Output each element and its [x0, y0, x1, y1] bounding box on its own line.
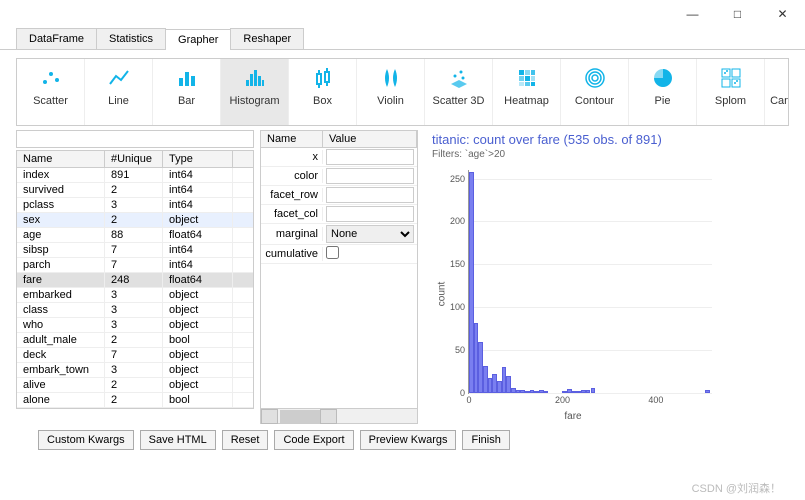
- table-row[interactable]: adult_male2bool: [17, 333, 253, 348]
- watermark: CSDN @刘润森！: [692, 480, 781, 496]
- params-panel: Name Value xcolorfacet_rowfacet_colmargi…: [260, 130, 418, 424]
- tool-splom[interactable]: Splom: [697, 59, 765, 125]
- maximize-button[interactable]: □: [715, 0, 760, 28]
- param-header-name: Name: [261, 131, 323, 147]
- minimize-button[interactable]: —: [670, 0, 715, 28]
- param-marginal-select[interactable]: None: [326, 225, 414, 243]
- table-row[interactable]: fare248float64: [17, 273, 253, 288]
- y-tick: 100: [450, 302, 469, 312]
- tool-contour[interactable]: Contour: [561, 59, 629, 125]
- close-button[interactable]: ✕: [760, 0, 805, 28]
- table-row[interactable]: class3object: [17, 303, 253, 318]
- custom-kwargs-button[interactable]: Custom Kwargs: [38, 430, 134, 450]
- param-row-color: color: [261, 167, 417, 186]
- x-tick: 400: [648, 393, 663, 405]
- tool-line[interactable]: Line: [85, 59, 153, 125]
- param-color-input[interactable]: [326, 168, 414, 184]
- param-cumulative-checkbox[interactable]: [326, 246, 339, 259]
- scatter-icon: [19, 65, 82, 91]
- param-header-value: Value: [323, 131, 417, 147]
- tool-box[interactable]: Box: [289, 59, 357, 125]
- line-icon: [87, 65, 150, 91]
- param-row-x: x: [261, 148, 417, 167]
- y-tick: 150: [450, 259, 469, 269]
- histogram-bar: [544, 391, 549, 393]
- tool-pie[interactable]: Pie: [629, 59, 697, 125]
- save-html-button[interactable]: Save HTML: [140, 430, 216, 450]
- histogram-icon: [223, 65, 286, 91]
- tool-histogram[interactable]: Histogram: [221, 59, 289, 125]
- table-row[interactable]: sibsp7int64: [17, 243, 253, 258]
- table-row[interactable]: embark_town3object: [17, 363, 253, 378]
- param-row-facet_row: facet_row: [261, 186, 417, 205]
- tab-reshaper[interactable]: Reshaper: [230, 28, 304, 49]
- heatmap-icon: [495, 65, 558, 91]
- param-row-marginal: marginalNone: [261, 224, 417, 245]
- tool-candlestick-v[interactable]: Candlestick V: [765, 59, 789, 125]
- table-row[interactable]: age88float64: [17, 228, 253, 243]
- tab-statistics[interactable]: Statistics: [96, 28, 166, 49]
- bar-icon: [155, 65, 218, 91]
- table-row[interactable]: pclass3int64: [17, 198, 253, 213]
- tool-heatmap[interactable]: Heatmap: [493, 59, 561, 125]
- y-tick: 250: [450, 174, 469, 184]
- col-header-type[interactable]: Type: [163, 151, 233, 167]
- param-x-input[interactable]: [326, 149, 414, 165]
- histogram-plot[interactable]: count fare 0501001502002500200400: [428, 164, 718, 424]
- finish-button[interactable]: Finish: [462, 430, 509, 450]
- chart-title: titanic: count over fare (535 obs. of 89…: [424, 130, 789, 149]
- table-row[interactable]: deck7object: [17, 348, 253, 363]
- table-row[interactable]: index891int64: [17, 168, 253, 183]
- schema-search-input[interactable]: [16, 130, 254, 148]
- preview-kwargs-button[interactable]: Preview Kwargs: [360, 430, 457, 450]
- scatter-3d-icon: [427, 65, 490, 91]
- tab-grapher[interactable]: Grapher: [165, 29, 231, 50]
- contour-icon: [563, 65, 626, 91]
- param-row-cumulative: cumulative: [261, 245, 417, 264]
- param-facet_col-input[interactable]: [326, 206, 414, 222]
- y-axis-label: count: [437, 282, 448, 306]
- code-export-button[interactable]: Code Export: [274, 430, 353, 450]
- x-tick: 200: [555, 393, 570, 405]
- x-tick: 0: [466, 393, 471, 405]
- param-row-facet_col: facet_col: [261, 205, 417, 224]
- tool-scatter[interactable]: Scatter: [17, 59, 85, 125]
- tool-bar[interactable]: Bar: [153, 59, 221, 125]
- reset-button[interactable]: Reset: [222, 430, 269, 450]
- table-row[interactable]: who3object: [17, 318, 253, 333]
- tab-dataframe[interactable]: DataFrame: [16, 28, 97, 49]
- table-row[interactable]: sex2object: [17, 213, 253, 228]
- horizontal-scrollbar[interactable]: [261, 408, 417, 423]
- param-facet_row-input[interactable]: [326, 187, 414, 203]
- box-icon: [291, 65, 354, 91]
- tool-scatter-3d[interactable]: Scatter 3D: [425, 59, 493, 125]
- table-row[interactable]: alone2bool: [17, 393, 253, 408]
- y-tick: 50: [455, 345, 469, 355]
- candlestick-v-icon: [767, 65, 789, 91]
- y-tick: 200: [450, 216, 469, 226]
- table-row[interactable]: parch7int64: [17, 258, 253, 273]
- col-header-name[interactable]: Name: [17, 151, 105, 167]
- splom-icon: [699, 65, 762, 91]
- tool-violin[interactable]: Violin: [357, 59, 425, 125]
- x-axis-label: fare: [564, 411, 581, 422]
- schema-table: Name #Unique Type index891int64survived2…: [16, 150, 254, 409]
- pie-icon: [631, 65, 694, 91]
- table-row[interactable]: survived2int64: [17, 183, 253, 198]
- histogram-bar: [591, 388, 596, 393]
- histogram-bar: [705, 390, 710, 393]
- table-row[interactable]: embarked3object: [17, 288, 253, 303]
- chart-subtitle: Filters: `age`>20: [424, 149, 789, 164]
- table-row[interactable]: alive2object: [17, 378, 253, 393]
- violin-icon: [359, 65, 422, 91]
- col-header-unique[interactable]: #Unique: [105, 151, 163, 167]
